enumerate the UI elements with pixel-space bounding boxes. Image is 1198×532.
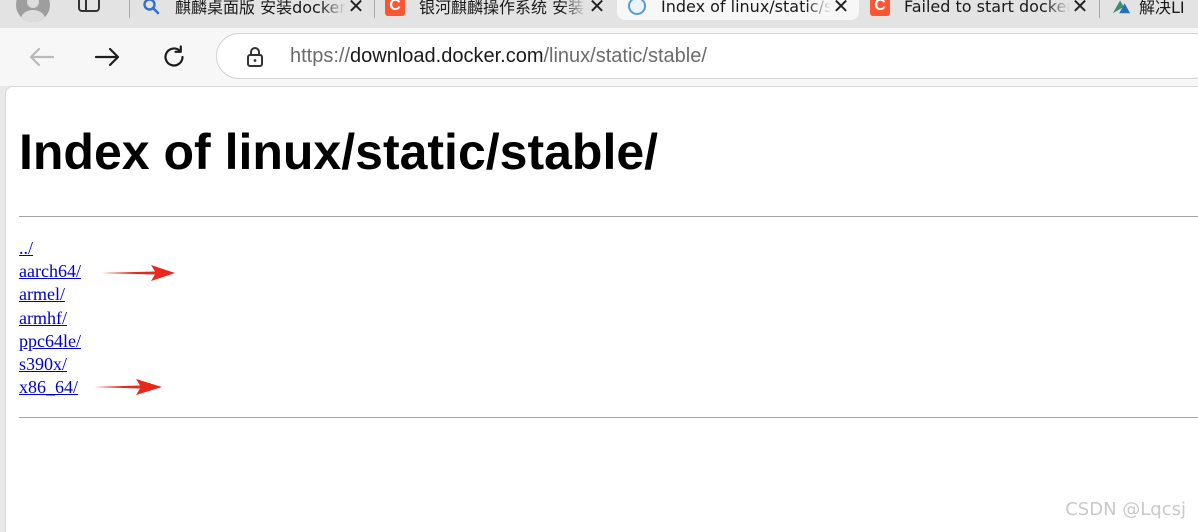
listing-link-aarch64[interactable]: aarch64/ [19, 260, 81, 283]
tab-strip: 麒麟桌面版 安装docker ✕ C 银河麒麟操作系统 安装 ✕ Index o… [0, 0, 1198, 28]
csdn-watermark: CSDN @Lqcsj [1065, 499, 1186, 520]
annotation-arrow-aarch64 [101, 265, 175, 281]
back-arrow-icon[interactable] [25, 41, 57, 73]
profile-avatar[interactable] [16, 0, 50, 22]
page-heading: Index of linux/static/stable/ [19, 124, 659, 180]
tab-separator [129, 0, 130, 18]
globe-icon [627, 0, 647, 16]
close-icon[interactable]: ✕ [587, 0, 607, 16]
directory-listing: ../ aarch64/ armel/ armhf/ ppc64le/ s390… [19, 237, 81, 399]
listing-link-armel[interactable]: armel/ [19, 283, 81, 306]
listing-link-ppc64le[interactable]: ppc64le/ [19, 330, 81, 353]
url-text[interactable]: https://download.docker.com/linux/static… [290, 34, 707, 78]
reload-icon[interactable] [158, 41, 190, 73]
listing-link-x86-64[interactable]: x86_64/ [19, 376, 81, 399]
tab-actions-icon[interactable] [78, 0, 100, 12]
tab-3-title: Index of linux/static/stable/ [661, 0, 831, 16]
divider-top [19, 216, 1198, 217]
tab-icon [1111, 0, 1131, 16]
annotation-arrow-x86-64 [94, 379, 162, 395]
forward-arrow-icon[interactable] [92, 41, 124, 73]
csdn-icon: C [385, 0, 405, 16]
url-path: /linux/static/stable/ [543, 45, 707, 67]
close-icon[interactable]: ✕ [831, 0, 851, 16]
address-bar[interactable]: https://download.docker.com/linux/static… [216, 33, 1198, 79]
csdn-icon: C [870, 0, 890, 16]
tab-4-title: Failed to start docker [904, 0, 1070, 16]
listing-link-parent[interactable]: ../ [19, 237, 81, 260]
search-icon [141, 0, 161, 16]
divider-bottom [19, 417, 1198, 418]
lock-icon[interactable] [245, 46, 265, 72]
tab-5-title: 解决LI [1139, 0, 1185, 17]
tab-1[interactable]: 麒麟桌面版 安装docker ✕ [131, 0, 374, 20]
tab-5[interactable]: 解决LI [1101, 0, 1198, 20]
tab-2-title: 银河麒麟操作系统 安装 [419, 0, 585, 17]
csdn-favicon-letter: C [870, 0, 890, 16]
browser-toolbar: https://download.docker.com/linux/static… [0, 28, 1198, 86]
tab-2[interactable]: C 银河麒麟操作系统 安装 ✕ [375, 0, 615, 20]
listing-link-s390x[interactable]: s390x/ [19, 353, 81, 376]
close-icon[interactable]: ✕ [1070, 0, 1090, 16]
tab-1-title: 麒麟桌面版 安装docker [175, 0, 346, 17]
tab-separator [1099, 0, 1100, 18]
close-icon[interactable]: ✕ [346, 0, 366, 16]
csdn-favicon-letter: C [385, 0, 405, 16]
url-scheme: https:// [290, 45, 351, 67]
listing-link-armhf[interactable]: armhf/ [19, 307, 81, 330]
tab-3-active[interactable]: Index of linux/static/stable/ ✕ [617, 0, 859, 20]
page-content: Index of linux/static/stable/ ../ aarch6… [5, 86, 1198, 532]
url-host: download.docker.com [350, 45, 544, 67]
tab-4[interactable]: C Failed to start docker ✕ [860, 0, 1098, 20]
